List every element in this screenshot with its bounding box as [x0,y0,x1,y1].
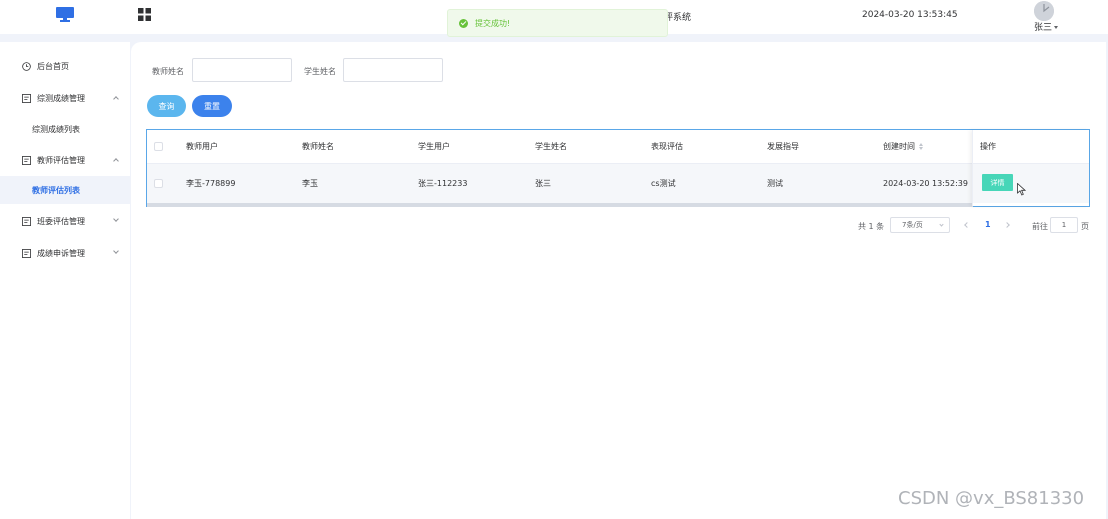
horizontal-scrollbar[interactable] [147,203,973,207]
cell-evaluation: cs测试 [651,179,676,188]
sidebar-subitem-composite-score-list[interactable]: 综测成绩列表 [0,115,130,143]
sidebar-item-committee-eval-mgmt[interactable]: 班委评估管理 [0,205,130,237]
grid-menu-icon[interactable] [138,8,151,21]
prev-page-icon[interactable] [964,222,970,228]
cell-student-user: 张三-112233 [418,179,468,188]
cell-guidance: 测试 [767,179,783,188]
current-datetime: 2024-03-20 13:53:45 [862,10,958,20]
pagination-total: 共 1 条 [858,222,885,231]
mouse-pointer-icon [1017,183,1026,196]
table-row: 李玉-778899 李玉 张三-112233 张三 cs测试 测试 2024-0… [147,164,1089,203]
toast-message: 提交成功! [475,18,511,28]
file-icon [22,93,31,103]
chevron-up-icon [113,158,119,164]
chevron-up-icon [113,96,119,102]
sidebar-subitem-label: 教师评估列表 [32,185,80,195]
user-menu[interactable]: 张三 [1034,20,1059,33]
table-header: 教师用户 教师姓名 学生用户 学生姓名 表现评估 发展指导 创建时间 操作 [147,130,1089,164]
chevron-down-icon [939,222,944,227]
column-header-label: 创建时间 [883,142,915,151]
column-header: 学生用户 [418,142,450,151]
cell-teacher-name: 李玉 [302,179,318,188]
select-all-checkbox[interactable] [154,130,163,163]
teacher-name-label: 教师姓名 [152,67,184,76]
sidebar-item-label: 综测成绩管理 [37,93,85,103]
user-name-label: 张三 [1034,23,1053,33]
sidebar-item-teacher-eval-mgmt[interactable]: 教师评估管理 [0,144,130,176]
sidebar-subitem-teacher-eval-list[interactable]: 教师评估列表 [0,176,130,204]
sidebar-subitem-label: 综测成绩列表 [32,124,80,134]
column-header: 表现评估 [651,142,683,151]
current-page-number[interactable]: 1 [985,220,991,229]
avatar-image-icon [1034,1,1054,21]
sidebar-item-label: 成绩申诉管理 [37,248,85,258]
column-header: 教师姓名 [302,142,334,151]
cell-created-at: 2024-03-20 13:52:39 [883,179,968,188]
page-size-value: 7条/页 [902,221,923,229]
clock-icon [22,61,31,71]
sidebar-item-composite-score-mgmt[interactable]: 综测成绩管理 [0,82,130,114]
column-header-sortable[interactable]: 创建时间 [883,130,923,163]
page-size-select[interactable]: 7条/页 [890,217,950,233]
next-page-icon[interactable] [1004,222,1010,228]
main-content: 教师姓名 学生姓名 查询 重置 教师用户 教师姓名 学生用户 学生姓名 表现评估… [131,42,1106,519]
student-name-label: 学生姓名 [304,67,336,76]
success-toast: 提交成功! [447,9,668,37]
sidebar-item-label: 后台首页 [37,61,69,71]
file-icon [22,248,31,258]
fixed-action-column [972,130,1089,206]
goto-unit-label: 页 [1081,222,1089,231]
cell-teacher-user: 李玉-778899 [186,179,236,188]
sidebar-item-home[interactable]: 后台首页 [0,50,130,82]
avatar[interactable] [1034,1,1054,21]
sidebar-item-label: 班委评估管理 [37,216,85,226]
column-header: 发展指导 [767,142,799,151]
sidebar-item-label: 教师评估管理 [37,155,85,165]
system-title: 评系统 [664,13,692,23]
chevron-down-icon [113,216,119,222]
teacher-name-input[interactable] [192,58,292,82]
goto-label: 前往 [1032,222,1048,231]
column-header: 教师用户 [186,142,218,151]
watermark: CSDN @vx_BS81330 [898,488,1085,509]
reset-button[interactable]: 重置 [192,95,232,117]
query-button[interactable]: 查询 [147,95,186,117]
file-icon [22,155,31,165]
detail-button[interactable]: 详情 [982,174,1013,191]
success-check-icon [459,18,468,28]
file-icon [22,216,31,226]
caret-down-icon [1054,26,1059,29]
goto-page-input[interactable] [1050,217,1078,233]
row-checkbox[interactable] [154,164,163,203]
sidebar-item-grade-appeal-mgmt[interactable]: 成绩申诉管理 [0,237,130,269]
student-name-input[interactable] [343,58,443,82]
monitor-icon[interactable] [56,7,74,22]
column-header: 学生姓名 [535,142,567,151]
sort-icon[interactable] [919,143,923,150]
sidebar: 后台首页 综测成绩管理 综测成绩列表 教师评估管理 教师评估列表 班委评估管理 [0,42,130,519]
chevron-down-icon [113,248,119,254]
cell-student-name: 张三 [535,179,551,188]
teacher-eval-table: 教师用户 教师姓名 学生用户 学生姓名 表现评估 发展指导 创建时间 操作 李玉… [146,129,1090,207]
